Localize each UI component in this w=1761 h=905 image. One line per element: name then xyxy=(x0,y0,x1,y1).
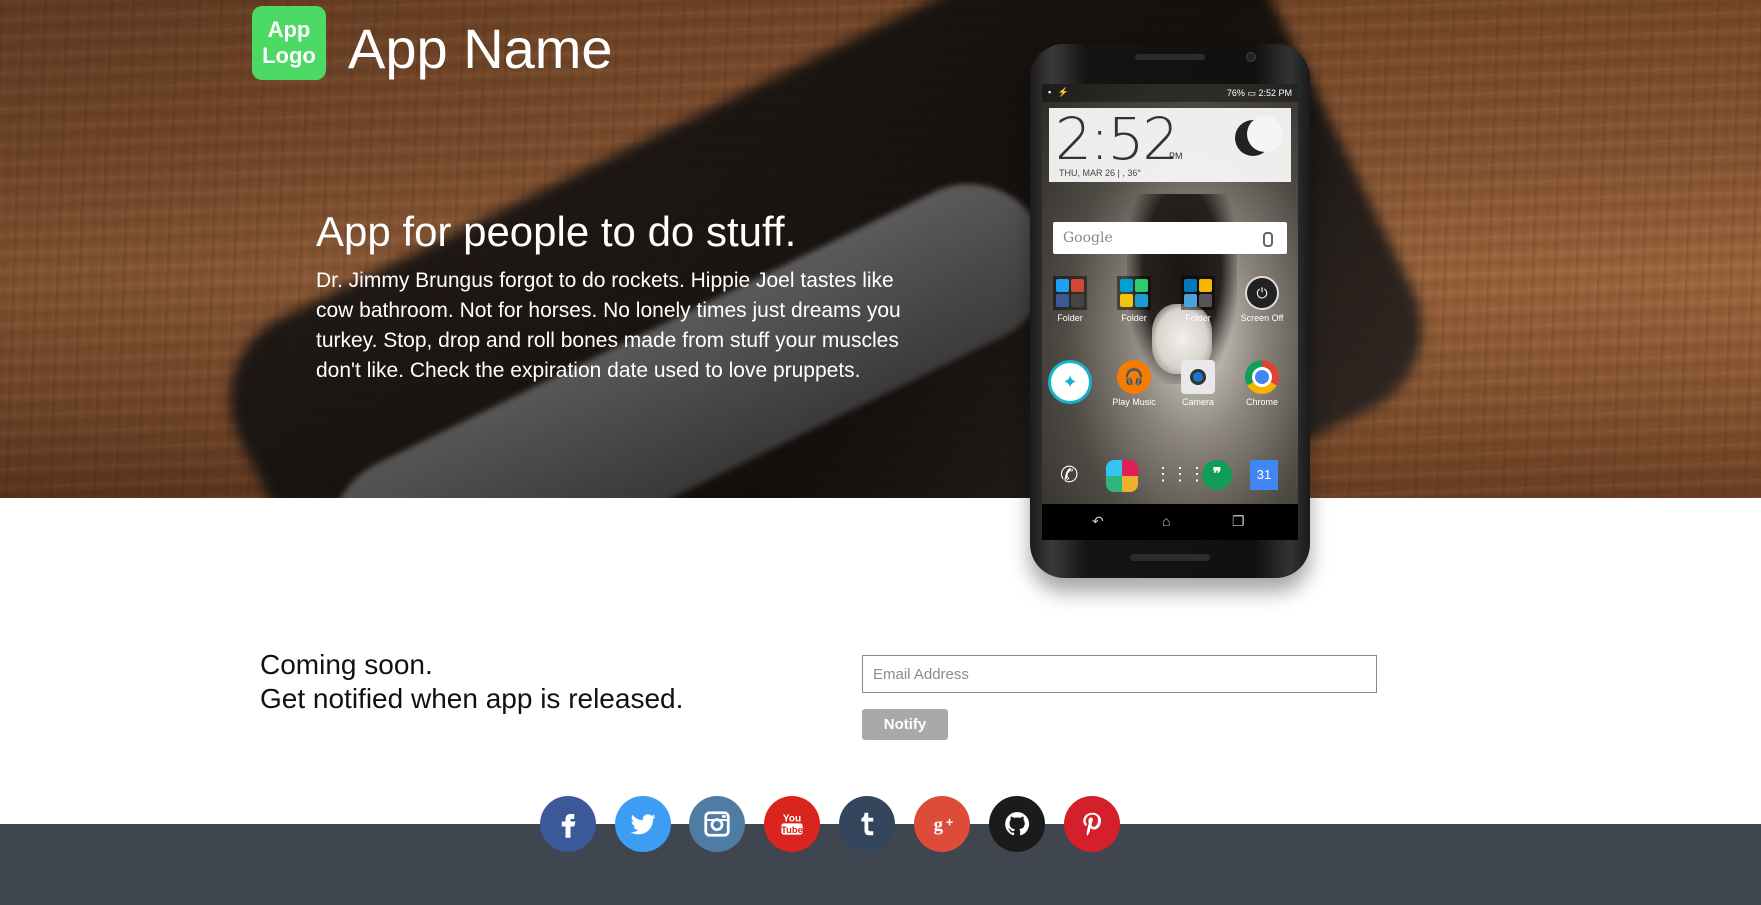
play-music-app: 🎧 Play Music xyxy=(1106,360,1162,407)
phone-status-bar: ▪ ⚡ 76% ▭ 2:52 PM xyxy=(1042,84,1298,102)
folder-1: Folder xyxy=(1042,276,1098,323)
moon-icon xyxy=(1235,116,1283,156)
coming-soon-line-2: Get notified when app is released. xyxy=(260,683,684,714)
facebook-icon[interactable] xyxy=(540,796,596,852)
folder-2-label: Folder xyxy=(1121,313,1147,323)
calendar-icon: 31 xyxy=(1250,460,1278,490)
clock-ampm: PM xyxy=(1169,151,1183,161)
folder-icon xyxy=(1181,276,1215,310)
folder-2: Folder xyxy=(1106,276,1162,323)
chrome-icon xyxy=(1245,360,1279,394)
battery-icon: ▭ xyxy=(1247,88,1256,98)
power-icon: ⏻ xyxy=(1245,276,1279,310)
tumblr-icon[interactable] xyxy=(839,796,895,852)
twitter-icon[interactable] xyxy=(615,796,671,852)
chrome-app: Chrome xyxy=(1234,360,1290,407)
headphones-icon: 🎧 xyxy=(1117,360,1151,394)
google-plus-icon[interactable]: g + xyxy=(914,796,970,852)
chrome-label: Chrome xyxy=(1245,397,1278,407)
play-music-label: Play Music xyxy=(1112,397,1156,407)
clock-time: 2:52 xyxy=(1055,105,1179,173)
hero-headline: App for people to do stuff. xyxy=(316,208,797,255)
phone-mockup: ▪ ⚡ 76% ▭ 2:52 PM 2:52 PM THU, MAR 26 | … xyxy=(1030,44,1310,578)
flashlight-icon: ✦ xyxy=(1048,360,1092,404)
folder-3: Folder xyxy=(1170,276,1226,323)
screen-off-label: Screen Off xyxy=(1240,313,1284,323)
app-drawer-icon: ⋮⋮⋮ xyxy=(1154,464,1206,484)
app-name-title: App Name xyxy=(348,17,613,80)
svg-text:g: g xyxy=(934,814,944,835)
notify-button[interactable]: Notify xyxy=(862,709,948,740)
camera-label: Camera xyxy=(1181,397,1214,407)
phone-icon: ✆ xyxy=(1060,462,1079,487)
folder-1-label: Folder xyxy=(1057,313,1083,323)
status-battery: 76% xyxy=(1226,88,1245,98)
status-icons: ▪ ⚡ xyxy=(1048,87,1071,97)
svg-text:+: + xyxy=(946,816,953,830)
phone-dock: ✆ ⋮⋮⋮ ❞ 31 xyxy=(1042,456,1298,500)
screen-off-app: ⏻ Screen Off xyxy=(1234,276,1290,323)
clock-date: THU, MAR 26 | , 36° xyxy=(1059,168,1141,178)
app-logo[interactable]: App Logo xyxy=(252,6,326,80)
flashlight-app: ✦ xyxy=(1042,360,1098,407)
status-time: 2:52 PM xyxy=(1258,88,1292,98)
coming-soon-text: Coming soon. Get notified when app is re… xyxy=(260,648,683,716)
logo-line-2: Logo xyxy=(262,43,316,68)
github-icon[interactable] xyxy=(989,796,1045,852)
phone-screen: ▪ ⚡ 76% ▭ 2:52 PM 2:52 PM THU, MAR 26 | … xyxy=(1042,84,1298,540)
home-icon: ⌂ xyxy=(1162,513,1171,529)
pinterest-icon[interactable] xyxy=(1064,796,1120,852)
phone-camera xyxy=(1246,52,1256,62)
logo-line-1: App xyxy=(267,17,311,42)
svg-text:You: You xyxy=(783,814,801,825)
slack-icon xyxy=(1106,460,1138,492)
folder-icon xyxy=(1117,276,1151,310)
status-right: 76% ▭ 2:52 PM xyxy=(1227,88,1292,99)
google-search-bar: Google xyxy=(1053,222,1287,254)
back-icon: ↶ xyxy=(1092,513,1104,529)
instagram-icon[interactable] xyxy=(689,796,745,852)
camera-icon xyxy=(1181,360,1215,394)
svg-text:Tube: Tube xyxy=(781,825,803,835)
phone-nav-bar: ↶ ⌂ ❐ xyxy=(1042,504,1298,540)
google-wordmark: Google xyxy=(1063,230,1113,246)
coming-soon-line-1: Coming soon. xyxy=(260,649,433,680)
hangouts-icon: ❞ xyxy=(1202,460,1232,490)
microphone-icon xyxy=(1263,232,1273,247)
recents-icon: ❐ xyxy=(1232,513,1245,529)
camera-app: Camera xyxy=(1170,360,1226,407)
phone-speaker-bottom xyxy=(1130,554,1210,561)
clock-widget: 2:52 PM THU, MAR 26 | , 36° xyxy=(1049,108,1291,182)
youtube-icon[interactable]: You Tube xyxy=(764,796,820,852)
hero-description: Dr. Jimmy Brungus forgot to do rockets. … xyxy=(316,269,901,382)
phone-speaker-top xyxy=(1135,54,1205,60)
folder-3-label: Folder xyxy=(1185,313,1211,323)
folder-icon xyxy=(1053,276,1087,310)
email-field[interactable] xyxy=(862,655,1377,693)
